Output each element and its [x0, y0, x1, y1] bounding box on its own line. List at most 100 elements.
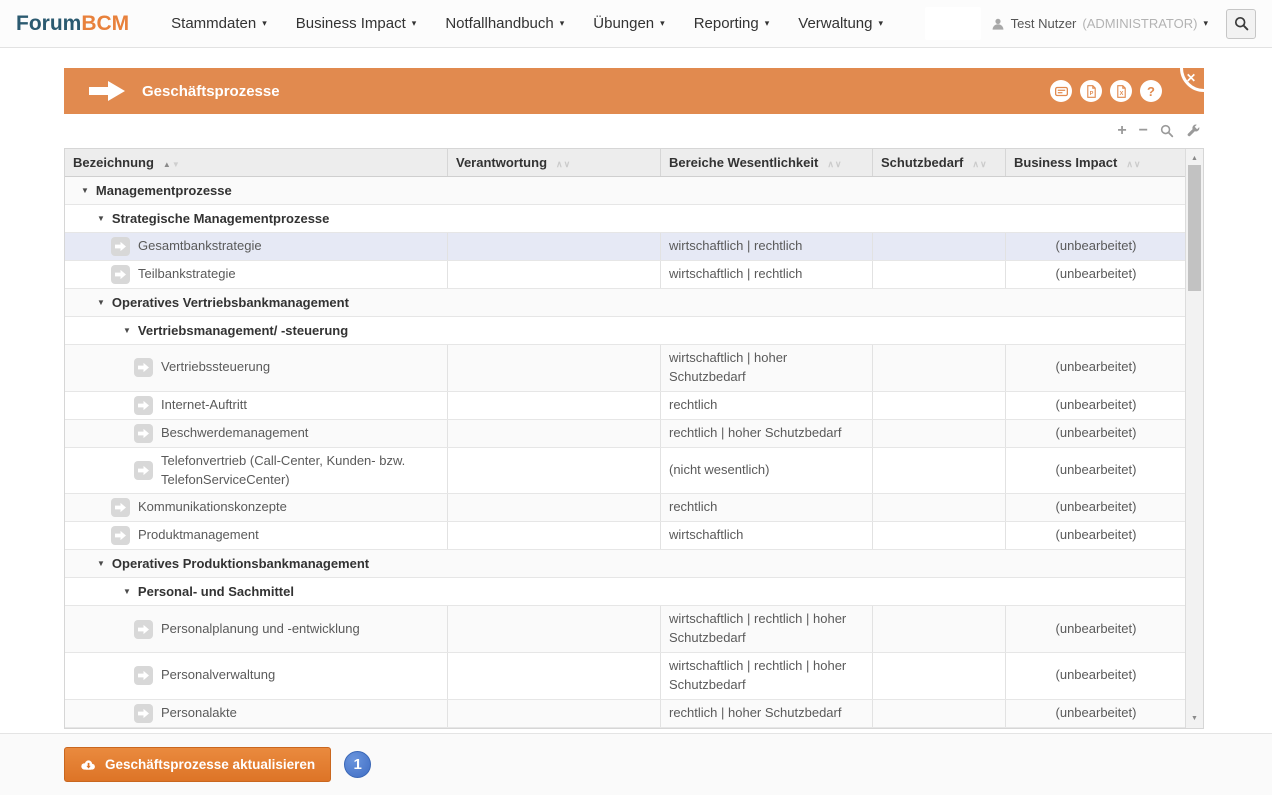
- cell-schutzbedarf: [873, 392, 1006, 419]
- cell-verantwortung: [448, 392, 661, 419]
- sort-icons: [972, 155, 986, 170]
- column-header[interactable]: Business Impact: [1006, 149, 1186, 176]
- update-processes-button[interactable]: Geschäftsprozesse aktualisieren: [64, 747, 331, 782]
- process-link-icon[interactable]: [134, 620, 153, 639]
- header-search-box[interactable]: [925, 7, 981, 40]
- nav-item[interactable]: Stammdaten ▾: [171, 15, 267, 32]
- page: ForumBCM Stammdaten ▾ Business Impact ▾ …: [0, 0, 1272, 795]
- process-link-icon[interactable]: [134, 396, 153, 415]
- cell-bereiche-wesentlichkeit: wirtschaftlich | rechtlich: [661, 233, 873, 260]
- cell-bereiche-wesentlichkeit: wirtschaftlich | rechtlich | hoher Schut…: [661, 653, 873, 699]
- scrollbar-thumb[interactable]: [1188, 165, 1201, 291]
- cell-business-impact: (unbearbeitet): [1006, 653, 1186, 699]
- column-header-label: Bereiche Wesentlichkeit: [669, 155, 818, 170]
- app-logo[interactable]: ForumBCM: [16, 12, 129, 36]
- toolbar-search-icon[interactable]: [1160, 124, 1174, 138]
- process-link-icon[interactable]: [134, 666, 153, 685]
- table-row[interactable]: Gesamtbankstrategie wirtschaftlich | rec…: [65, 233, 1186, 261]
- process-link-icon[interactable]: [111, 265, 130, 284]
- scroll-up-icon[interactable]: ▲: [1186, 151, 1203, 165]
- nav-item[interactable]: Notfallhandbuch ▾: [445, 15, 564, 32]
- tree-group-row[interactable]: ▼ Personal- und Sachmittel: [65, 578, 1186, 606]
- cell-bereiche-wesentlichkeit: rechtlich | hoher Schutzbedarf: [661, 420, 873, 447]
- process-link-icon[interactable]: [111, 498, 130, 517]
- update-button-label: Geschäftsprozesse aktualisieren: [105, 757, 315, 772]
- column-header[interactable]: Bereiche Wesentlichkeit: [661, 149, 873, 176]
- collapse-triangle-icon[interactable]: ▼: [97, 214, 105, 223]
- cell-bezeichnung: Kommunikationskonzepte: [65, 494, 448, 521]
- cell-schutzbedarf: [873, 448, 1006, 494]
- nav-item[interactable]: Übungen ▾: [593, 15, 664, 32]
- column-header[interactable]: Schutzbedarf: [873, 149, 1006, 176]
- group-label: Personal- und Sachmittel: [138, 584, 294, 599]
- cell-bereiche-wesentlichkeit: rechtlich: [661, 392, 873, 419]
- collapse-triangle-icon[interactable]: ▼: [97, 298, 105, 307]
- process-link-icon[interactable]: [111, 526, 130, 545]
- cell-business-impact: (unbearbeitet): [1006, 448, 1186, 494]
- cell-schutzbedarf: [873, 522, 1006, 549]
- table-row[interactable]: Teilbankstrategie wirtschaftlich | recht…: [65, 261, 1186, 289]
- table-toolbar: + −: [64, 114, 1204, 148]
- user-icon: [991, 17, 1005, 31]
- close-icon: ✕: [1186, 71, 1196, 85]
- table-row[interactable]: Personalplanung und -entwicklung wirtsch…: [65, 606, 1186, 653]
- cell-business-impact: (unbearbeitet): [1006, 345, 1186, 391]
- tree-group-row[interactable]: ▼ Operatives Produktionsbankmanagement: [65, 550, 1186, 578]
- vertical-scrollbar[interactable]: ▲ ▼: [1185, 149, 1203, 728]
- table-row[interactable]: Produktmanagement wirtschaftlich (unbear…: [65, 522, 1186, 550]
- settings-wrench-icon[interactable]: [1186, 124, 1200, 138]
- tree-group-row[interactable]: ▼ Strategische Managementprozesse: [65, 205, 1186, 233]
- panel-close-button[interactable]: ✕: [1168, 68, 1204, 100]
- chevron-down-icon: ▾: [878, 19, 883, 28]
- add-plus-icon[interactable]: +: [1117, 123, 1126, 139]
- panel-icons: P X ?: [1050, 80, 1162, 102]
- table-row[interactable]: Internet-Auftritt rechtlich (unbearbeite…: [65, 392, 1186, 420]
- nav-item[interactable]: Business Impact ▾: [296, 15, 417, 32]
- nav-item-label: Reporting: [694, 15, 759, 32]
- scroll-down-icon[interactable]: ▼: [1186, 712, 1203, 726]
- process-link-icon[interactable]: [134, 424, 153, 443]
- cell-business-impact: (unbearbeitet): [1006, 606, 1186, 652]
- process-link-icon[interactable]: [134, 461, 153, 480]
- tree-group-row[interactable]: ▼ Managementprozesse: [65, 177, 1186, 205]
- cell-business-impact: (unbearbeitet): [1006, 420, 1186, 447]
- logo-part-forum: Forum: [16, 12, 81, 35]
- details-list-icon[interactable]: [1050, 80, 1072, 102]
- collapse-triangle-icon[interactable]: ▼: [97, 559, 105, 568]
- tree-group-row[interactable]: ▼ Operatives Vertriebsbankmanagement: [65, 289, 1186, 317]
- column-header[interactable]: Bezeichnung: [65, 149, 448, 176]
- cell-bezeichnung: Produktmanagement: [65, 522, 448, 549]
- cell-bereiche-wesentlichkeit: wirtschaftlich | rechtlich | hoher Schut…: [661, 606, 873, 652]
- collapse-triangle-icon[interactable]: ▼: [123, 587, 131, 596]
- top-navbar: ForumBCM Stammdaten ▾ Business Impact ▾ …: [0, 0, 1272, 48]
- table-row[interactable]: Personalverwaltung wirtschaftlich | rech…: [65, 653, 1186, 700]
- collapse-triangle-icon[interactable]: ▼: [81, 186, 89, 195]
- cell-verantwortung: [448, 494, 661, 521]
- table-header-row: Bezeichnung Verantwortung Bereiche Wesen…: [65, 149, 1186, 177]
- table-row[interactable]: Beschwerdemanagement rechtlich | hoher S…: [65, 420, 1186, 448]
- user-role: (ADMINISTRATOR): [1082, 16, 1197, 31]
- process-link-icon[interactable]: [134, 704, 153, 723]
- cell-verantwortung: [448, 606, 661, 652]
- process-link-icon[interactable]: [134, 358, 153, 377]
- group-label: Managementprozesse: [96, 183, 232, 198]
- table-row[interactable]: Kommunikationskonzepte rechtlich (unbear…: [65, 494, 1186, 522]
- remove-minus-icon[interactable]: −: [1139, 123, 1148, 139]
- collapse-triangle-icon[interactable]: ▼: [123, 326, 131, 335]
- pdf-export-icon[interactable]: P: [1080, 80, 1102, 102]
- nav-item[interactable]: Reporting ▾: [694, 15, 770, 32]
- table-rows: ▼ Managementprozesse ▼ Strategische Mana…: [65, 177, 1186, 728]
- help-icon[interactable]: ?: [1140, 80, 1162, 102]
- table-row[interactable]: Vertriebssteuerung wirtschaftlich | hohe…: [65, 345, 1186, 392]
- excel-export-icon[interactable]: X: [1110, 80, 1132, 102]
- group-label: Operatives Vertriebsbankmanagement: [112, 295, 349, 310]
- column-header[interactable]: Verantwortung: [448, 149, 661, 176]
- nav-item[interactable]: Verwaltung ▾: [798, 15, 883, 32]
- table-row[interactable]: Personalakte rechtlich | hoher Schutzbed…: [65, 700, 1186, 728]
- annotation-badge: 1: [344, 751, 371, 778]
- table-row[interactable]: Telefonvertrieb (Call-Center, Kunden- bz…: [65, 448, 1186, 495]
- global-search-button[interactable]: [1226, 9, 1256, 39]
- user-menu[interactable]: Test Nutzer (ADMINISTRATOR) ▾: [991, 16, 1208, 31]
- process-link-icon[interactable]: [111, 237, 130, 256]
- tree-group-row[interactable]: ▼ Vertriebsmanagement/ -steuerung: [65, 317, 1186, 345]
